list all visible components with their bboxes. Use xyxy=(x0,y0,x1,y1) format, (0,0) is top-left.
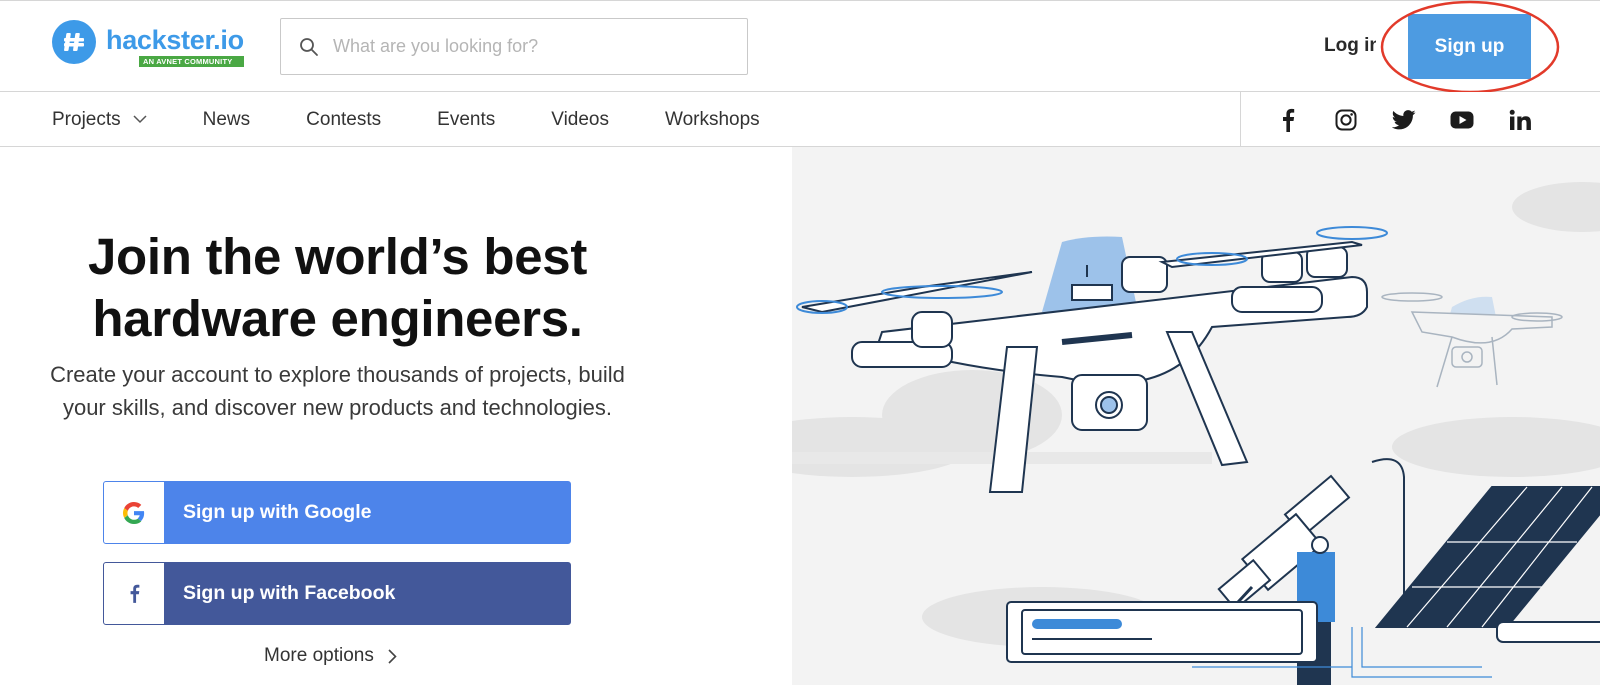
linkedin-icon[interactable] xyxy=(1507,107,1533,133)
nav-item-workshops[interactable]: Workshops xyxy=(665,109,760,131)
signup-facebook-label: Sign up with Facebook xyxy=(183,582,396,604)
nav-item-news[interactable]: News xyxy=(203,109,251,131)
youtube-icon[interactable] xyxy=(1449,107,1475,133)
search-icon xyxy=(300,37,318,56)
nav-item-contests[interactable]: Contests xyxy=(306,109,381,131)
main-nav: Projects News Contests Events Videos Wor… xyxy=(0,92,1600,147)
twitter-icon[interactable] xyxy=(1391,107,1417,133)
page-subtext: Create your account to explore thousands… xyxy=(30,358,645,424)
hero-illustration xyxy=(792,147,1600,685)
facebook-icon xyxy=(104,563,164,624)
nav-item-videos[interactable]: Videos xyxy=(551,109,609,131)
hackster-logo[interactable]: hackster.io AN AVNET COMMUNITY xyxy=(52,20,244,67)
nav-item-projects[interactable]: Projects xyxy=(52,109,147,131)
instagram-icon[interactable] xyxy=(1333,107,1359,133)
chevron-right-icon xyxy=(388,648,397,664)
signup-facebook-button[interactable]: Sign up with Facebook xyxy=(103,562,571,625)
facebook-icon[interactable] xyxy=(1275,107,1301,133)
logo-badge: AN AVNET COMMUNITY xyxy=(139,56,244,67)
nav-divider xyxy=(1240,92,1241,147)
chevron-down-icon xyxy=(133,115,147,124)
site-header: hackster.io AN AVNET COMMUNITY Log in Si… xyxy=(0,0,1600,92)
hackster-logo-icon xyxy=(52,20,96,64)
signup-google-label: Sign up with Google xyxy=(183,501,372,523)
headline-line-2: hardware engineers. xyxy=(92,290,583,347)
signup-button[interactable]: Sign up xyxy=(1408,14,1531,79)
drone-illustration xyxy=(792,182,1600,685)
nav-item-events[interactable]: Events xyxy=(437,109,495,131)
signup-google-button[interactable]: Sign up with Google xyxy=(103,481,571,544)
subtext-line-2: your skills, and discover new products a… xyxy=(62,395,613,420)
search-input[interactable] xyxy=(333,36,733,57)
login-link[interactable]: Log in xyxy=(1324,35,1376,57)
page-headline: Join the world’s best hardware engineers… xyxy=(40,226,635,350)
distant-drone xyxy=(1381,292,1563,388)
search-bar[interactable] xyxy=(280,18,748,75)
headline-line-1: Join the world’s best xyxy=(87,228,588,285)
more-options-link[interactable]: More options xyxy=(264,645,397,667)
social-links xyxy=(1275,92,1533,147)
ground-scene xyxy=(1006,458,1600,685)
logo-text: hackster.io xyxy=(106,25,244,55)
google-icon xyxy=(104,482,164,543)
more-options-label: More options xyxy=(264,645,374,666)
nav-item-label: Projects xyxy=(52,108,121,130)
subtext-line-1: Create your account to explore thousands… xyxy=(50,362,625,387)
